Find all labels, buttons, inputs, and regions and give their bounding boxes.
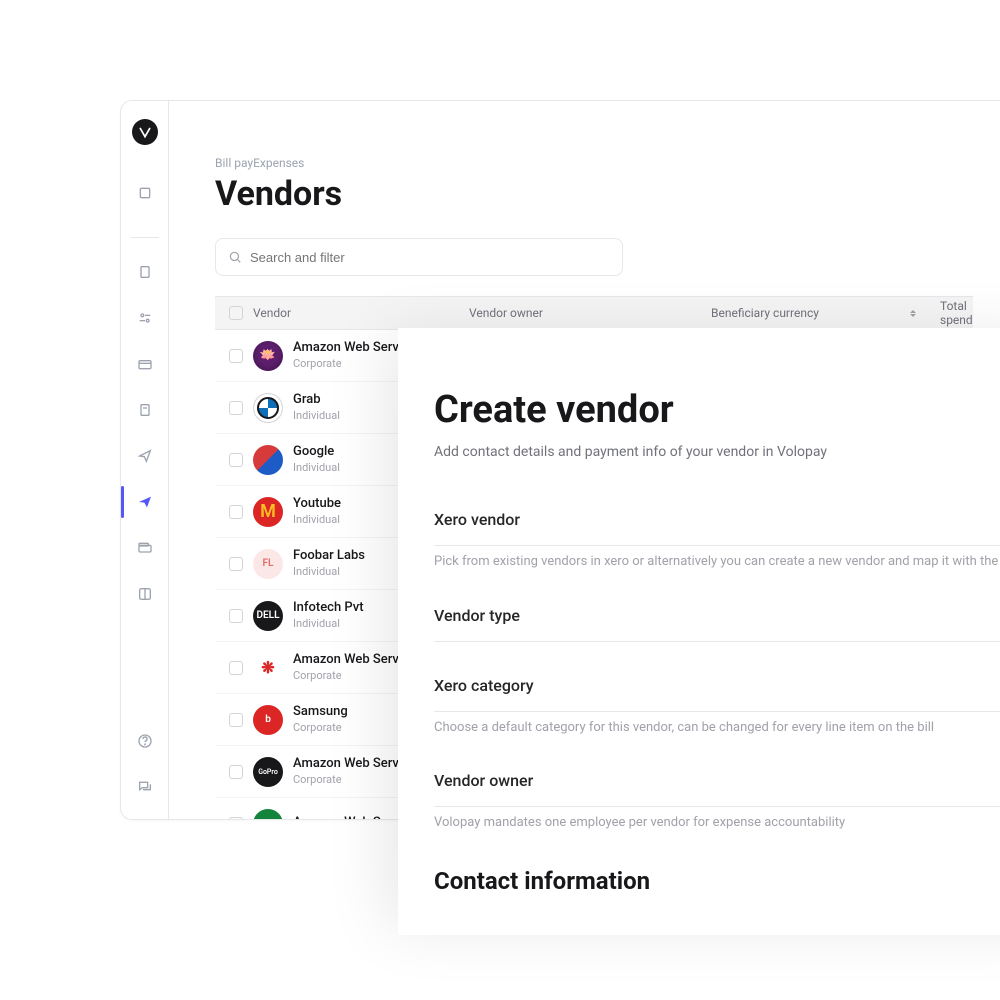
nav-settings[interactable] bbox=[129, 306, 161, 330]
xero-category-label[interactable]: Xero category bbox=[434, 676, 1000, 712]
vendor-name: Google bbox=[293, 444, 340, 461]
nav-vendors-active[interactable] bbox=[129, 490, 161, 514]
nav-dashboard[interactable] bbox=[129, 181, 161, 205]
vendor-logo: DELL bbox=[253, 601, 283, 631]
nav-help-icon[interactable] bbox=[129, 729, 161, 753]
row-checkbox[interactable] bbox=[229, 713, 243, 727]
vendor-type: Individual bbox=[293, 617, 364, 631]
row-checkbox[interactable] bbox=[229, 609, 243, 623]
search-input[interactable] bbox=[250, 250, 610, 265]
nav-send[interactable] bbox=[129, 444, 161, 468]
nav-reports[interactable] bbox=[129, 260, 161, 284]
vendor-name: Grab bbox=[293, 392, 340, 409]
row-checkbox[interactable] bbox=[229, 401, 243, 415]
col-currency-label: Beneficiary currency bbox=[711, 306, 819, 320]
vendor-cell: DELL Infotech Pvt Individual bbox=[253, 600, 364, 631]
vendor-info: Samsung Corporate bbox=[293, 704, 348, 735]
nav-receipts[interactable] bbox=[129, 398, 161, 422]
create-vendor-panel: Create vendor Add contact details and pa… bbox=[398, 328, 1000, 935]
col-currency[interactable]: Beneficiary currency bbox=[697, 306, 926, 320]
vendor-logo bbox=[253, 809, 283, 820]
vendor-logo: b bbox=[253, 705, 283, 735]
contact-heading: Contact information bbox=[434, 867, 1000, 895]
vendor-info: Grab Individual bbox=[293, 392, 340, 423]
vendor-name: Foobar Labs bbox=[293, 548, 365, 565]
row-checkbox[interactable] bbox=[229, 817, 243, 820]
row-checkbox[interactable] bbox=[229, 505, 243, 519]
vendor-name: Samsung bbox=[293, 704, 348, 721]
xero-vendor-label[interactable]: Xero vendor bbox=[434, 510, 1000, 546]
sidebar bbox=[121, 101, 169, 819]
breadcrumb: Bill payExpenses bbox=[215, 156, 973, 170]
row-checkbox[interactable] bbox=[229, 765, 243, 779]
vendor-type: Individual bbox=[293, 565, 365, 579]
panel-subtitle: Add contact details and payment info of … bbox=[434, 444, 1000, 460]
col-vendor-label: Vendor bbox=[253, 306, 291, 320]
vendor-info: Foobar Labs Individual bbox=[293, 548, 365, 579]
vendor-owner-desc: Volopay mandates one employee per vendor… bbox=[434, 813, 1000, 833]
vendor-info: Youtube Individual bbox=[293, 496, 341, 527]
vendor-logo bbox=[253, 341, 283, 371]
row-checkbox[interactable] bbox=[229, 557, 243, 571]
nav-group bbox=[121, 173, 168, 606]
xero-vendor-desc: Pick from existing vendors in xero or al… bbox=[434, 552, 1000, 572]
vendor-cell: Google Individual bbox=[253, 444, 340, 475]
vendor-logo bbox=[253, 445, 283, 475]
vendor-type-label[interactable]: Vendor type bbox=[434, 606, 1000, 642]
vendor-name: Youtube bbox=[293, 496, 341, 513]
sort-icon[interactable] bbox=[910, 310, 916, 317]
vendor-type: Individual bbox=[293, 513, 341, 527]
vendor-cell: Grab Individual bbox=[253, 392, 340, 423]
search-icon bbox=[228, 250, 242, 264]
nav-bottom bbox=[129, 729, 161, 799]
col-owner-label[interactable]: Vendor owner bbox=[455, 306, 697, 320]
app-logo[interactable] bbox=[132, 119, 158, 145]
col-spend-label[interactable]: Total spend bbox=[926, 299, 973, 327]
table-header: Vendor Vendor owner Beneficiary currency… bbox=[215, 296, 973, 330]
row-checkbox[interactable] bbox=[229, 349, 243, 363]
vendor-type: Individual bbox=[293, 461, 340, 475]
vendor-logo: GoPro bbox=[253, 757, 283, 787]
nav-library[interactable] bbox=[129, 582, 161, 606]
vendor-type: Individual bbox=[293, 409, 340, 423]
page-title: Vendors bbox=[215, 174, 973, 214]
vendor-owner-label[interactable]: Vendor owner bbox=[434, 771, 1000, 807]
search-box[interactable] bbox=[215, 238, 623, 276]
vendor-info: Google Individual bbox=[293, 444, 340, 475]
panel-title: Create vendor bbox=[434, 388, 1000, 432]
nav-chat-icon[interactable] bbox=[129, 775, 161, 799]
select-all-checkbox[interactable] bbox=[229, 306, 243, 320]
row-checkbox[interactable] bbox=[229, 453, 243, 467]
nav-wallet[interactable] bbox=[129, 536, 161, 560]
vendor-logo bbox=[253, 393, 283, 423]
vendor-logo: ❋ bbox=[253, 653, 283, 683]
vendor-type: Corporate bbox=[293, 721, 348, 735]
vendor-cell: M Youtube Individual bbox=[253, 496, 341, 527]
vendor-name: Infotech Pvt bbox=[293, 600, 364, 617]
vendor-info: Infotech Pvt Individual bbox=[293, 600, 364, 631]
row-checkbox[interactable] bbox=[229, 661, 243, 675]
nav-divider bbox=[131, 237, 159, 238]
vendor-cell: FL Foobar Labs Individual bbox=[253, 548, 365, 579]
xero-category-desc: Choose a default category for this vendo… bbox=[434, 718, 1000, 738]
vendor-logo: M bbox=[253, 497, 283, 527]
vendor-logo: FL bbox=[253, 549, 283, 579]
vendor-cell: b Samsung Corporate bbox=[253, 704, 348, 735]
nav-cards[interactable] bbox=[129, 352, 161, 376]
